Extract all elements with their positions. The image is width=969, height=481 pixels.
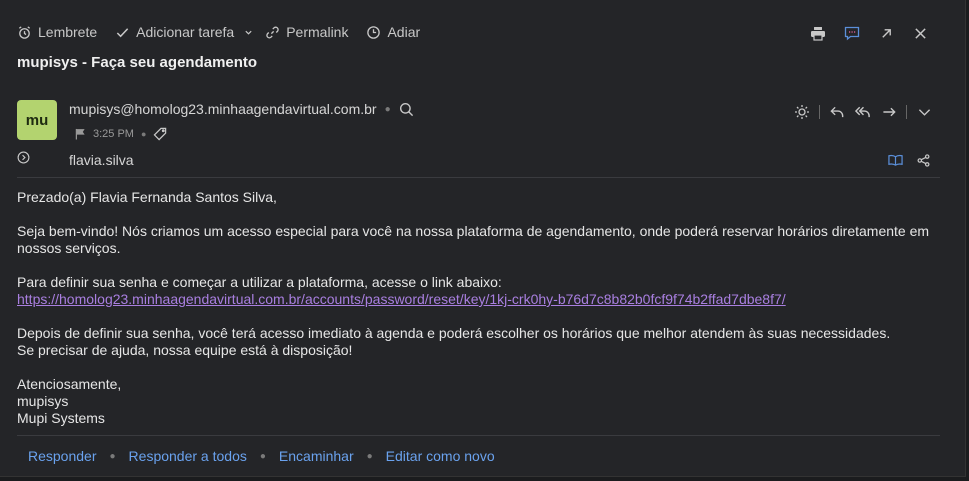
- reply-all-icon: [855, 106, 870, 118]
- chevron-circle-right-icon: [17, 151, 30, 164]
- reminder-button[interactable]: Lembrete: [17, 24, 97, 40]
- display-mode-button[interactable]: [789, 101, 815, 123]
- add-task-dropdown[interactable]: [244, 28, 253, 37]
- separator-dot: ●: [366, 450, 373, 462]
- footer-reply-all-link[interactable]: Responder a todos: [129, 448, 247, 464]
- message-pane: Lembrete Adicionar tarefa Permalink Adia…: [0, 0, 966, 477]
- conversation-view-button[interactable]: [835, 22, 869, 44]
- body-paragraph-3: Depois de definir sua senha, você terá a…: [17, 325, 937, 359]
- reply-icon: [829, 106, 843, 118]
- separator-dot: ●: [109, 450, 116, 462]
- message-footer-actions: Responder ● Responder a todos ● Encaminh…: [28, 448, 495, 464]
- tag-icon[interactable]: [153, 127, 168, 141]
- footer-divider: [17, 435, 940, 436]
- reader-view-button[interactable]: [881, 151, 909, 169]
- expand-recipients-button[interactable]: [17, 151, 30, 169]
- body-signature: Atenciosamente, mupisys Mupi Systems: [17, 376, 937, 427]
- sender-email[interactable]: mupisys@homolog23.minhaagendavirtual.com…: [69, 101, 377, 117]
- add-task-button[interactable]: Adicionar tarefa: [115, 24, 234, 40]
- message-subject: mupisys - Faça seu agendamento: [17, 54, 258, 71]
- sun-icon: [795, 105, 809, 119]
- permalink-label: Permalink: [286, 24, 349, 40]
- share-icon: [917, 153, 929, 167]
- checkmark-icon: [116, 27, 129, 37]
- message-actions: [789, 101, 937, 123]
- link-icon: [266, 26, 279, 38]
- arrow-up-right-icon: [881, 28, 891, 38]
- body-paragraph-3-line-1: Depois de definir sua senha, você terá a…: [17, 325, 891, 341]
- open-in-new-window-button[interactable]: [869, 22, 903, 44]
- body-paragraph-1: Seja bem-vindo! Nós criamos um acesso es…: [17, 223, 930, 256]
- body-closing: Atenciosamente,: [17, 376, 122, 392]
- header-divider: [17, 177, 940, 178]
- sender-row: mupisys@homolog23.minhaagendavirtual.com…: [69, 101, 414, 117]
- forward-button[interactable]: [876, 101, 902, 123]
- reply-button[interactable]: [824, 101, 850, 123]
- print-button[interactable]: [801, 22, 835, 44]
- body-greeting: Prezado(a) Flavia Fernanda Santos Silva,: [17, 189, 277, 205]
- share-button[interactable]: [909, 151, 937, 169]
- separator-dot: ●: [384, 103, 391, 115]
- message-tools: [881, 151, 937, 169]
- snooze-button[interactable]: Adiar: [366, 24, 420, 40]
- open-book-icon: [887, 154, 903, 166]
- clock-icon: [367, 25, 381, 39]
- close-button[interactable]: [903, 22, 937, 44]
- toolbar-separator: [906, 105, 907, 119]
- recipient-name[interactable]: flavia.silva: [69, 152, 134, 168]
- permalink-button[interactable]: Permalink: [265, 24, 348, 40]
- body-paragraph-2-text: Para definir sua senha e começar a utili…: [17, 274, 502, 290]
- signature-line-2: Mupi Systems: [17, 410, 105, 426]
- sender-avatar[interactable]: mu: [17, 100, 57, 140]
- message-body: Prezado(a) Flavia Fernanda Santos Silva,…: [17, 189, 937, 444]
- snooze-label: Adiar: [387, 24, 421, 40]
- arrow-right-icon: [882, 107, 896, 117]
- chevron-down-icon: [918, 108, 930, 116]
- chat-bubble-icon: [844, 26, 860, 40]
- footer-forward-link[interactable]: Encaminhar: [279, 448, 354, 464]
- reminder-label: Lembrete: [38, 24, 98, 40]
- password-reset-link[interactable]: https://homolog23.minhaagendavirtual.com…: [17, 291, 786, 307]
- close-icon: [914, 27, 926, 39]
- printer-icon: [811, 26, 825, 41]
- signature-line-1: mupisys: [17, 393, 69, 409]
- separator-dot: ●: [140, 129, 147, 139]
- message-time: 3:25 PM: [93, 128, 134, 140]
- footer-reply-link[interactable]: Responder: [28, 448, 97, 464]
- search-icon[interactable]: [399, 102, 414, 117]
- body-paragraph-3-line-2: Se precisar de ajuda, nossa equipe está …: [17, 342, 353, 358]
- reply-all-button[interactable]: [850, 101, 876, 123]
- body-paragraph-2: Para definir sua senha e começar a utili…: [17, 274, 937, 308]
- footer-edit-as-new-link[interactable]: Editar como novo: [386, 448, 495, 464]
- flag-icon[interactable]: [75, 128, 86, 140]
- chevron-down-icon: [245, 30, 252, 35]
- toolbar-separator: [819, 105, 820, 119]
- message-meta: 3:25 PM ●: [75, 127, 168, 141]
- add-task-label: Adicionar tarefa: [136, 24, 235, 40]
- separator-dot: ●: [259, 450, 266, 462]
- alarm-clock-icon: [18, 25, 31, 39]
- message-toolbar: Lembrete Adicionar tarefa Permalink Adia…: [17, 20, 438, 44]
- window-controls: [801, 22, 937, 44]
- more-actions-button[interactable]: [911, 101, 937, 123]
